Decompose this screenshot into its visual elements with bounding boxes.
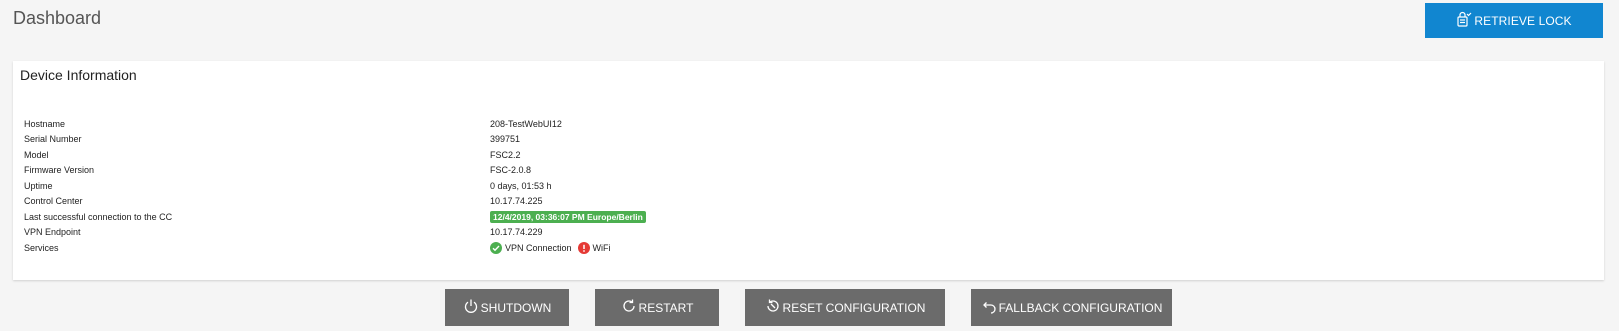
info-row-hostname: Hostname 208-TestWebUI12 [24, 116, 1584, 132]
info-row-firmware-version: Firmware Version FSC-2.0.8 [24, 163, 1584, 179]
restart-icon [621, 298, 637, 317]
fallback-configuration-label: FALLBACK CONFIGURATION [998, 300, 1163, 315]
info-row-model: Model FSC2.2 [24, 147, 1584, 163]
lock-icon [1456, 11, 1472, 30]
info-value: 399751 [490, 134, 521, 145]
last-connection-badge: 12/4/2019, 03:36:07 PM Europe/Berlin [490, 210, 646, 223]
device-info-table: Hostname 208-TestWebUI12 Serial Number 3… [24, 116, 1584, 256]
info-value: 10.17.74.225 [490, 196, 543, 207]
service-name: WiFi [592, 242, 611, 253]
info-label: Last successful connection to the CC [24, 211, 173, 222]
service-vpn-connection: VPN Connection [490, 241, 572, 254]
info-row-uptime: Uptime 0 days, 01:53 h [24, 178, 1584, 194]
shutdown-label: SHUTDOWN [480, 300, 552, 315]
info-value: 208-TestWebUI12 [490, 118, 562, 129]
info-row-serial-number: Serial Number 399751 [24, 132, 1584, 148]
card-title: Device Information [20, 67, 137, 83]
info-row-services: Services VPN Connection WiFi [24, 240, 1584, 256]
info-row-vpn-endpoint: VPN Endpoint 10.17.74.229 [24, 225, 1584, 241]
error-circle-icon [577, 241, 590, 254]
power-icon [463, 298, 479, 317]
info-value: 12/4/2019, 03:36:07 PM Europe/Berlin [490, 210, 646, 223]
info-row-last-connection: Last successful connection to the CC 12/… [24, 209, 1584, 225]
info-value: FSC2.2 [490, 149, 521, 160]
info-value: FSC-2.0.8 [490, 165, 532, 176]
info-label: Uptime [24, 180, 53, 191]
check-circle-icon [490, 241, 502, 254]
restart-button[interactable]: RESTART [595, 289, 719, 326]
info-label: VPN Endpoint [24, 227, 81, 238]
info-label: Control Center [24, 196, 83, 207]
info-label: Services [24, 242, 59, 253]
undo-icon [981, 298, 997, 317]
reset-configuration-button[interactable]: RESET CONFIGURATION [745, 289, 945, 326]
service-name: VPN Connection [505, 242, 572, 253]
info-row-control-center: Control Center 10.17.74.225 [24, 194, 1584, 210]
info-label: Firmware Version [24, 165, 95, 176]
shutdown-button[interactable]: SHUTDOWN [445, 289, 569, 326]
fallback-configuration-button[interactable]: FALLBACK CONFIGURATION [971, 289, 1172, 326]
restart-label: RESTART [638, 300, 694, 315]
action-bar: SHUTDOWN RESTART RESET CONFIGURATION FAL… [0, 289, 1619, 326]
retrieve-lock-label: RETRIEVE LOCK [1474, 13, 1572, 28]
info-value: 0 days, 01:53 h [490, 180, 552, 191]
info-value: 10.17.74.229 [490, 227, 543, 238]
reset-icon [765, 298, 781, 317]
info-label: Serial Number [24, 134, 82, 145]
page-title: Dashboard [13, 8, 102, 28]
reset-configuration-label: RESET CONFIGURATION [782, 300, 926, 315]
service-wifi: WiFi [577, 241, 611, 254]
retrieve-lock-button[interactable]: RETRIEVE LOCK [1425, 3, 1603, 38]
info-label: Hostname [24, 118, 66, 129]
device-information-card: Device Information Hostname 208-TestWebU… [13, 61, 1604, 280]
info-label: Model [24, 149, 49, 160]
services-list: VPN Connection WiFi [490, 241, 611, 254]
